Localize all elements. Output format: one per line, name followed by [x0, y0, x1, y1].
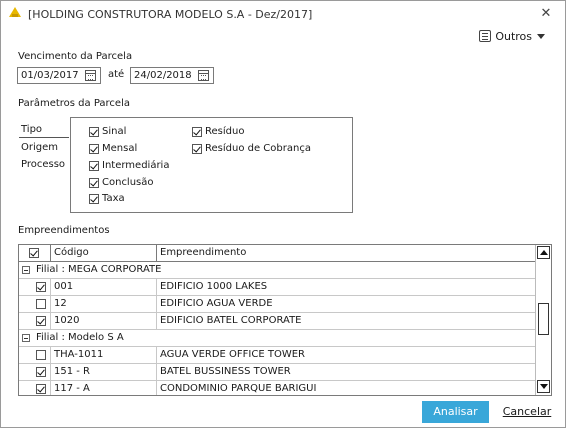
table-row[interactable]: 12 EDIFICIO AGUA VERDE [19, 296, 537, 313]
date-to-value: 24/02/2018 [134, 70, 192, 81]
checkbox-taxa[interactable] [89, 194, 99, 204]
cell-empreendimento: EDIFICIO 1000 LAKES [160, 281, 268, 292]
dialog-window: [HOLDING CONSTRUTORA MODELO S.A - Dez/20… [0, 0, 566, 428]
row-checkbox[interactable] [36, 316, 46, 326]
row-checkbox[interactable] [36, 350, 46, 360]
header-codigo[interactable]: Código [51, 245, 157, 261]
cell-empreendimento: EDIFICIO AGUA VERDE [160, 298, 273, 309]
checkbox-mensal[interactable] [89, 144, 99, 154]
scroll-thumb[interactable] [538, 303, 549, 335]
table-row[interactable]: 1020 EDIFICIO BATEL CORPORATE [19, 313, 537, 330]
window-title: [HOLDING CONSTRUTORA MODELO S.A - Dez/20… [28, 8, 313, 21]
tab-tipo[interactable]: Tipo [19, 122, 69, 138]
group-label: Filial : MEGA CORPORATE [36, 264, 162, 275]
date-to-field[interactable]: 24/02/2018 [130, 67, 214, 84]
cancelar-button[interactable]: Cancelar [497, 401, 557, 423]
checkbox-intermediaria[interactable] [89, 161, 99, 171]
table-row[interactable]: 151 - R BATEL BUSSINESS TOWER [19, 364, 537, 381]
scroll-up-icon[interactable] [537, 246, 550, 259]
checkbox-conclusao-label: Conclusão [102, 177, 154, 188]
empreendimentos-grid: Código Empreendimento Filial : MEGA CORP… [18, 244, 552, 396]
checkbox-conclusao[interactable] [89, 178, 99, 188]
checkbox-residuo-cobranca[interactable] [192, 144, 202, 154]
tab-processo-label: Processo [21, 159, 66, 170]
group-row[interactable]: Filial : MEGA CORPORATE [19, 262, 537, 279]
tipo-options-panel: Sinal Mensal Intermediária Conclusão Tax… [70, 117, 353, 213]
row-check-cell [19, 347, 51, 363]
row-check-cell [19, 279, 51, 295]
group-row[interactable]: Filial : Modelo S A [19, 330, 537, 347]
collapse-icon[interactable] [22, 266, 30, 274]
row-checkbox[interactable] [36, 367, 46, 377]
title-bar: [HOLDING CONSTRUTORA MODELO S.A - Dez/20… [1, 1, 565, 27]
grid-header: Código Empreendimento [19, 245, 537, 262]
select-all-checkbox[interactable] [29, 248, 39, 258]
checkbox-taxa-label: Taxa [102, 193, 125, 204]
table-row[interactable]: 001 EDIFICIO 1000 LAKES [19, 279, 537, 296]
calendar-icon[interactable] [198, 70, 209, 81]
row-check-cell [19, 313, 51, 329]
tab-origem[interactable]: Origem [19, 140, 69, 156]
header-select-all-cell [19, 245, 51, 261]
scroll-down-icon[interactable] [537, 380, 550, 393]
cell-codigo: 151 - R [51, 364, 157, 380]
date-from-value: 01/03/2017 [21, 70, 79, 81]
checkbox-intermediaria-label: Intermediária [102, 160, 170, 171]
ate-label: até [108, 69, 125, 80]
vencimento-label: Vencimento da Parcela [18, 51, 133, 62]
parametros-label: Parâmetros da Parcela [18, 98, 130, 109]
checkbox-residuo[interactable] [192, 127, 202, 137]
header-empreendimento[interactable]: Empreendimento [157, 245, 537, 261]
close-icon[interactable]: ✕ [533, 4, 559, 24]
calendar-icon[interactable] [85, 70, 96, 81]
checkbox-residuo-cobranca-label: Resíduo de Cobrança [205, 143, 311, 154]
table-row[interactable]: THA-1011 AGUA VERDE OFFICE TOWER [19, 347, 537, 364]
checkbox-sinal[interactable] [89, 127, 99, 137]
cell-empreendimento: EDIFICIO BATEL CORPORATE [160, 315, 302, 326]
cell-empreendimento: BATEL BUSSINESS TOWER [160, 366, 291, 377]
cell-codigo: 001 [51, 279, 157, 295]
tab-origem-label: Origem [21, 142, 59, 153]
row-checkbox[interactable] [36, 282, 46, 292]
row-checkbox[interactable] [36, 299, 46, 309]
chevron-down-icon [537, 34, 545, 39]
row-check-cell [19, 296, 51, 312]
table-row[interactable]: 117 - A CONDOMINIO PARQUE BARIGUI [19, 381, 537, 395]
outros-label: Outros [495, 30, 532, 43]
checkbox-sinal-label: Sinal [102, 126, 127, 137]
cell-codigo: 117 - A [51, 381, 157, 395]
collapse-icon[interactable] [22, 334, 30, 342]
app-logo-icon [9, 7, 21, 17]
cell-empreendimento: AGUA VERDE OFFICE TOWER [160, 349, 305, 360]
cell-codigo: 1020 [51, 313, 157, 329]
cell-codigo: 12 [51, 296, 157, 312]
row-check-cell [19, 381, 51, 395]
grid-scrollbar[interactable] [535, 245, 551, 395]
date-from-field[interactable]: 01/03/2017 [17, 67, 101, 84]
row-checkbox[interactable] [36, 384, 46, 394]
row-check-cell [19, 364, 51, 380]
tab-processo[interactable]: Processo [19, 157, 69, 173]
cell-empreendimento: CONDOMINIO PARQUE BARIGUI [160, 383, 317, 394]
list-icon [479, 30, 492, 42]
tab-tipo-label: Tipo [21, 124, 43, 135]
cell-codigo: THA-1011 [51, 347, 157, 363]
group-label: Filial : Modelo S A [36, 332, 124, 343]
checkbox-residuo-label: Resíduo [205, 126, 245, 137]
analisar-button[interactable]: Analisar [422, 401, 489, 423]
checkbox-mensal-label: Mensal [102, 143, 138, 154]
outros-menu-button[interactable]: Outros [479, 29, 545, 45]
empreendimentos-label: Empreendimentos [18, 225, 110, 236]
